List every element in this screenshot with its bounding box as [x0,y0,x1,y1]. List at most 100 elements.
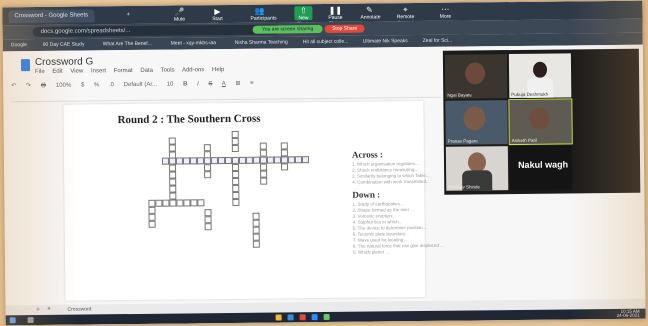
grid-cell[interactable] [169,185,177,193]
menu-help[interactable]: Help [212,67,224,73]
grid-cell[interactable] [204,171,212,179]
undo-icon[interactable]: ↶ [11,83,16,89]
grid-cell[interactable] [231,130,239,138]
grid-cell[interactable] [148,213,156,221]
sheet-canvas[interactable]: Round 2 : The Southern Cross Across: 1.… [63,100,444,301]
whatsapp-icon[interactable] [323,313,330,321]
italic-button[interactable]: I [197,81,199,87]
grid-cell[interactable] [169,178,177,186]
grid-cell[interactable] [169,192,177,200]
grid-cell[interactable] [259,156,268,164]
start-video-button[interactable]: ▶Start Video [208,7,226,28]
document-title[interactable]: Crossword G [35,56,93,68]
redo-icon[interactable]: ↷ [26,83,31,89]
grid-cell[interactable] [260,177,268,185]
more-button[interactable]: ⋯ More [436,5,454,20]
grid-cell[interactable] [148,220,156,228]
grid-cell[interactable] [259,149,267,157]
align-icon[interactable]: ≡ [250,81,254,87]
decimal-button[interactable]: .0 [109,82,114,88]
participant-video-tile[interactable]: Pubuja Deshmukh [508,53,572,99]
grid-cell[interactable] [204,223,212,231]
participant-video-tile-off[interactable]: Nakul wagh [509,145,573,191]
grid-cell[interactable] [169,171,177,179]
grid-cell[interactable] [245,156,254,164]
bookmark[interactable]: Hit all subject colle... [303,37,349,47]
grid-cell[interactable] [148,199,156,207]
bookmark[interactable]: Ultimate Nik Speaks [363,36,408,46]
grid-cell[interactable] [260,170,268,178]
grid-cell[interactable] [252,156,261,164]
bookmark[interactable]: Zeal for Sci... [423,36,453,46]
search-icon[interactable] [27,317,34,324]
new-tab-button[interactable]: + [120,9,136,22]
menu-data[interactable]: Data [140,68,153,74]
edge-icon[interactable] [287,314,294,321]
grid-cell[interactable] [183,199,191,207]
menu-view[interactable]: View [70,69,83,75]
annotate-button[interactable]: ✎ Annotate [360,5,380,20]
grid-cell[interactable] [162,199,170,207]
bookmark[interactable]: What Are The Benef... [103,39,152,50]
menu-tools[interactable]: Tools [161,68,175,74]
add-sheet-icon[interactable]: ＋ [35,306,40,313]
borders-icon[interactable]: ⊞ [235,81,240,87]
font-select[interactable]: Default (Ar... [124,82,157,88]
participant-video-tile[interactable]: Ngai Bayate [444,54,508,99]
bookmark[interactable]: 90 Day CAE Study [43,40,85,50]
grid-cell[interactable] [197,199,205,207]
menu-addons[interactable]: Add-ons [182,67,204,73]
grid-cell[interactable] [148,206,156,214]
participant-video-tile[interactable]: PRAnav Shinde [445,146,509,191]
grid-cell[interactable] [210,157,219,165]
grid-cell[interactable] [301,156,310,164]
grid-cell[interactable] [189,157,198,165]
bold-button[interactable]: B [183,81,187,87]
grid-cell[interactable] [280,142,288,150]
grid-cell[interactable] [168,151,176,159]
participant-video-tile[interactable]: Pranav Pagare [445,100,508,145]
grid-cell[interactable] [280,156,289,164]
grid-cell[interactable] [252,240,260,248]
grid-cell[interactable] [231,156,240,164]
new-share-button[interactable]: ⇧New Share [294,6,313,27]
all-sheets-icon[interactable]: ≡ [47,306,50,312]
grid-cell[interactable] [231,137,239,145]
grid-cell[interactable] [217,157,226,165]
grid-cell[interactable] [260,163,268,171]
grid-cell[interactable] [280,149,288,157]
currency-button[interactable]: $ [81,83,84,89]
grid-cell[interactable] [190,199,198,207]
print-icon[interactable]: 🖶 [41,83,47,89]
grid-cell[interactable] [155,199,163,207]
pause-share-button[interactable]: ❚❚Pause Share [326,6,344,27]
remote-control-button[interactable]: ⌖Remote Control [396,5,415,26]
grid-cell[interactable] [231,144,239,152]
sheet-tab-crossword[interactable]: Crossword [67,306,91,312]
grid-cell[interactable] [203,151,211,159]
grid-cell[interactable] [169,199,177,207]
grid-cell[interactable] [266,156,275,164]
mute-button[interactable]: 🎤 Mute [170,7,188,22]
bookmark[interactable]: Google [11,40,27,50]
zoom-icon[interactable] [311,314,318,321]
grid-cell[interactable] [281,163,289,171]
grid-cell[interactable] [169,164,177,172]
url-field[interactable]: docs.google.com/spreadsheets/... [32,24,281,38]
grid-cell[interactable] [161,157,170,165]
grid-cell[interactable] [182,157,191,165]
bookmark[interactable]: Nisha Sharma Teaching [235,37,288,48]
grid-cell[interactable] [238,156,247,164]
windows-start-icon[interactable] [9,317,16,324]
grid-cell[interactable] [176,199,184,207]
percent-button[interactable]: % [94,82,99,88]
grid-cell[interactable] [232,198,240,206]
font-size-select[interactable]: 10 [167,82,174,88]
participants-button[interactable]: 👥 Participants [250,7,276,22]
stop-share-button[interactable]: Stop Share [324,24,365,33]
grid-cell[interactable] [294,156,303,164]
text-color-button[interactable]: A [222,81,226,87]
menu-file[interactable]: File [35,69,45,75]
file-explorer-icon[interactable] [275,314,282,321]
menu-insert[interactable]: Insert [91,68,106,74]
